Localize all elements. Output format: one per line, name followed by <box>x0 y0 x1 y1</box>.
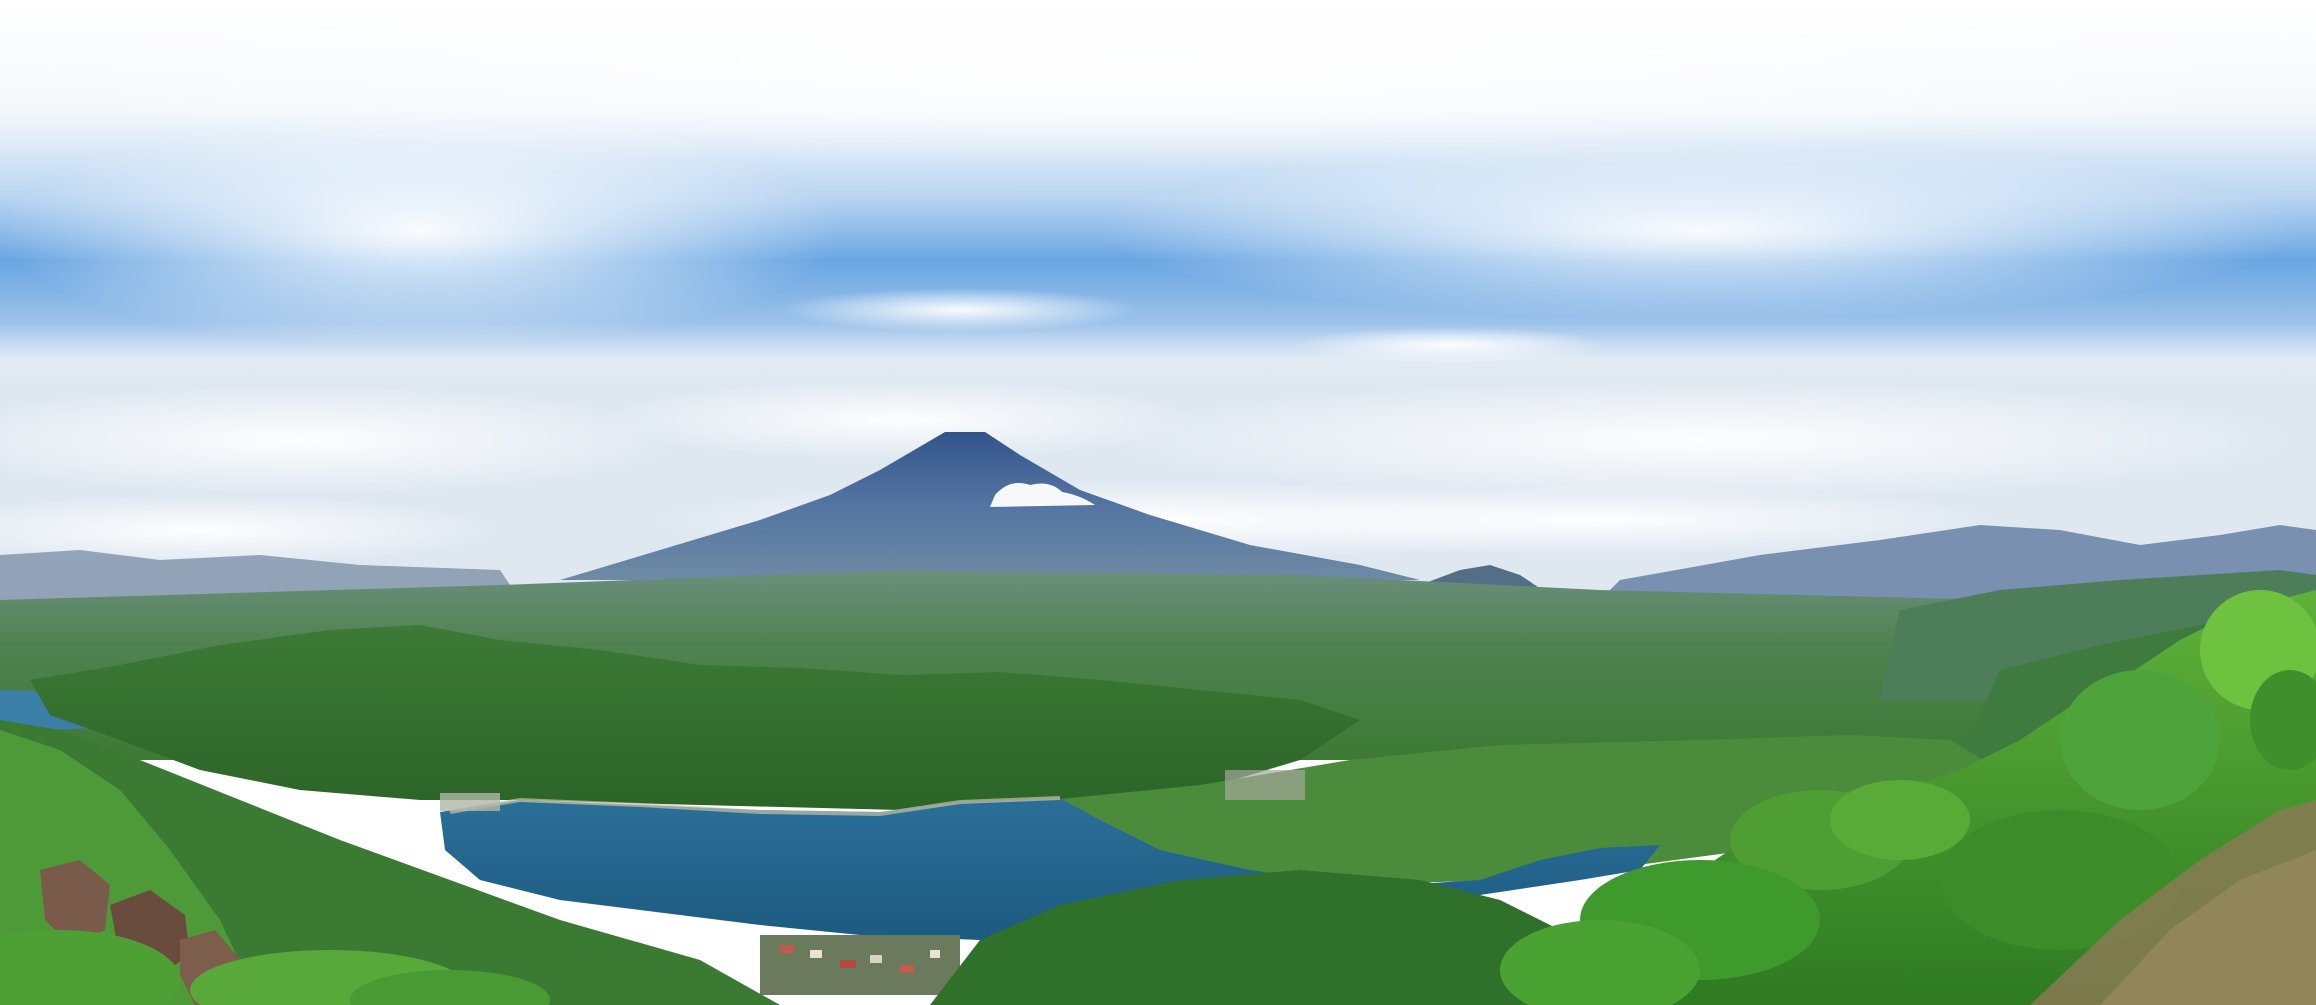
landscape-illustration <box>0 0 2316 1005</box>
landscape-photo <box>0 0 2316 1005</box>
